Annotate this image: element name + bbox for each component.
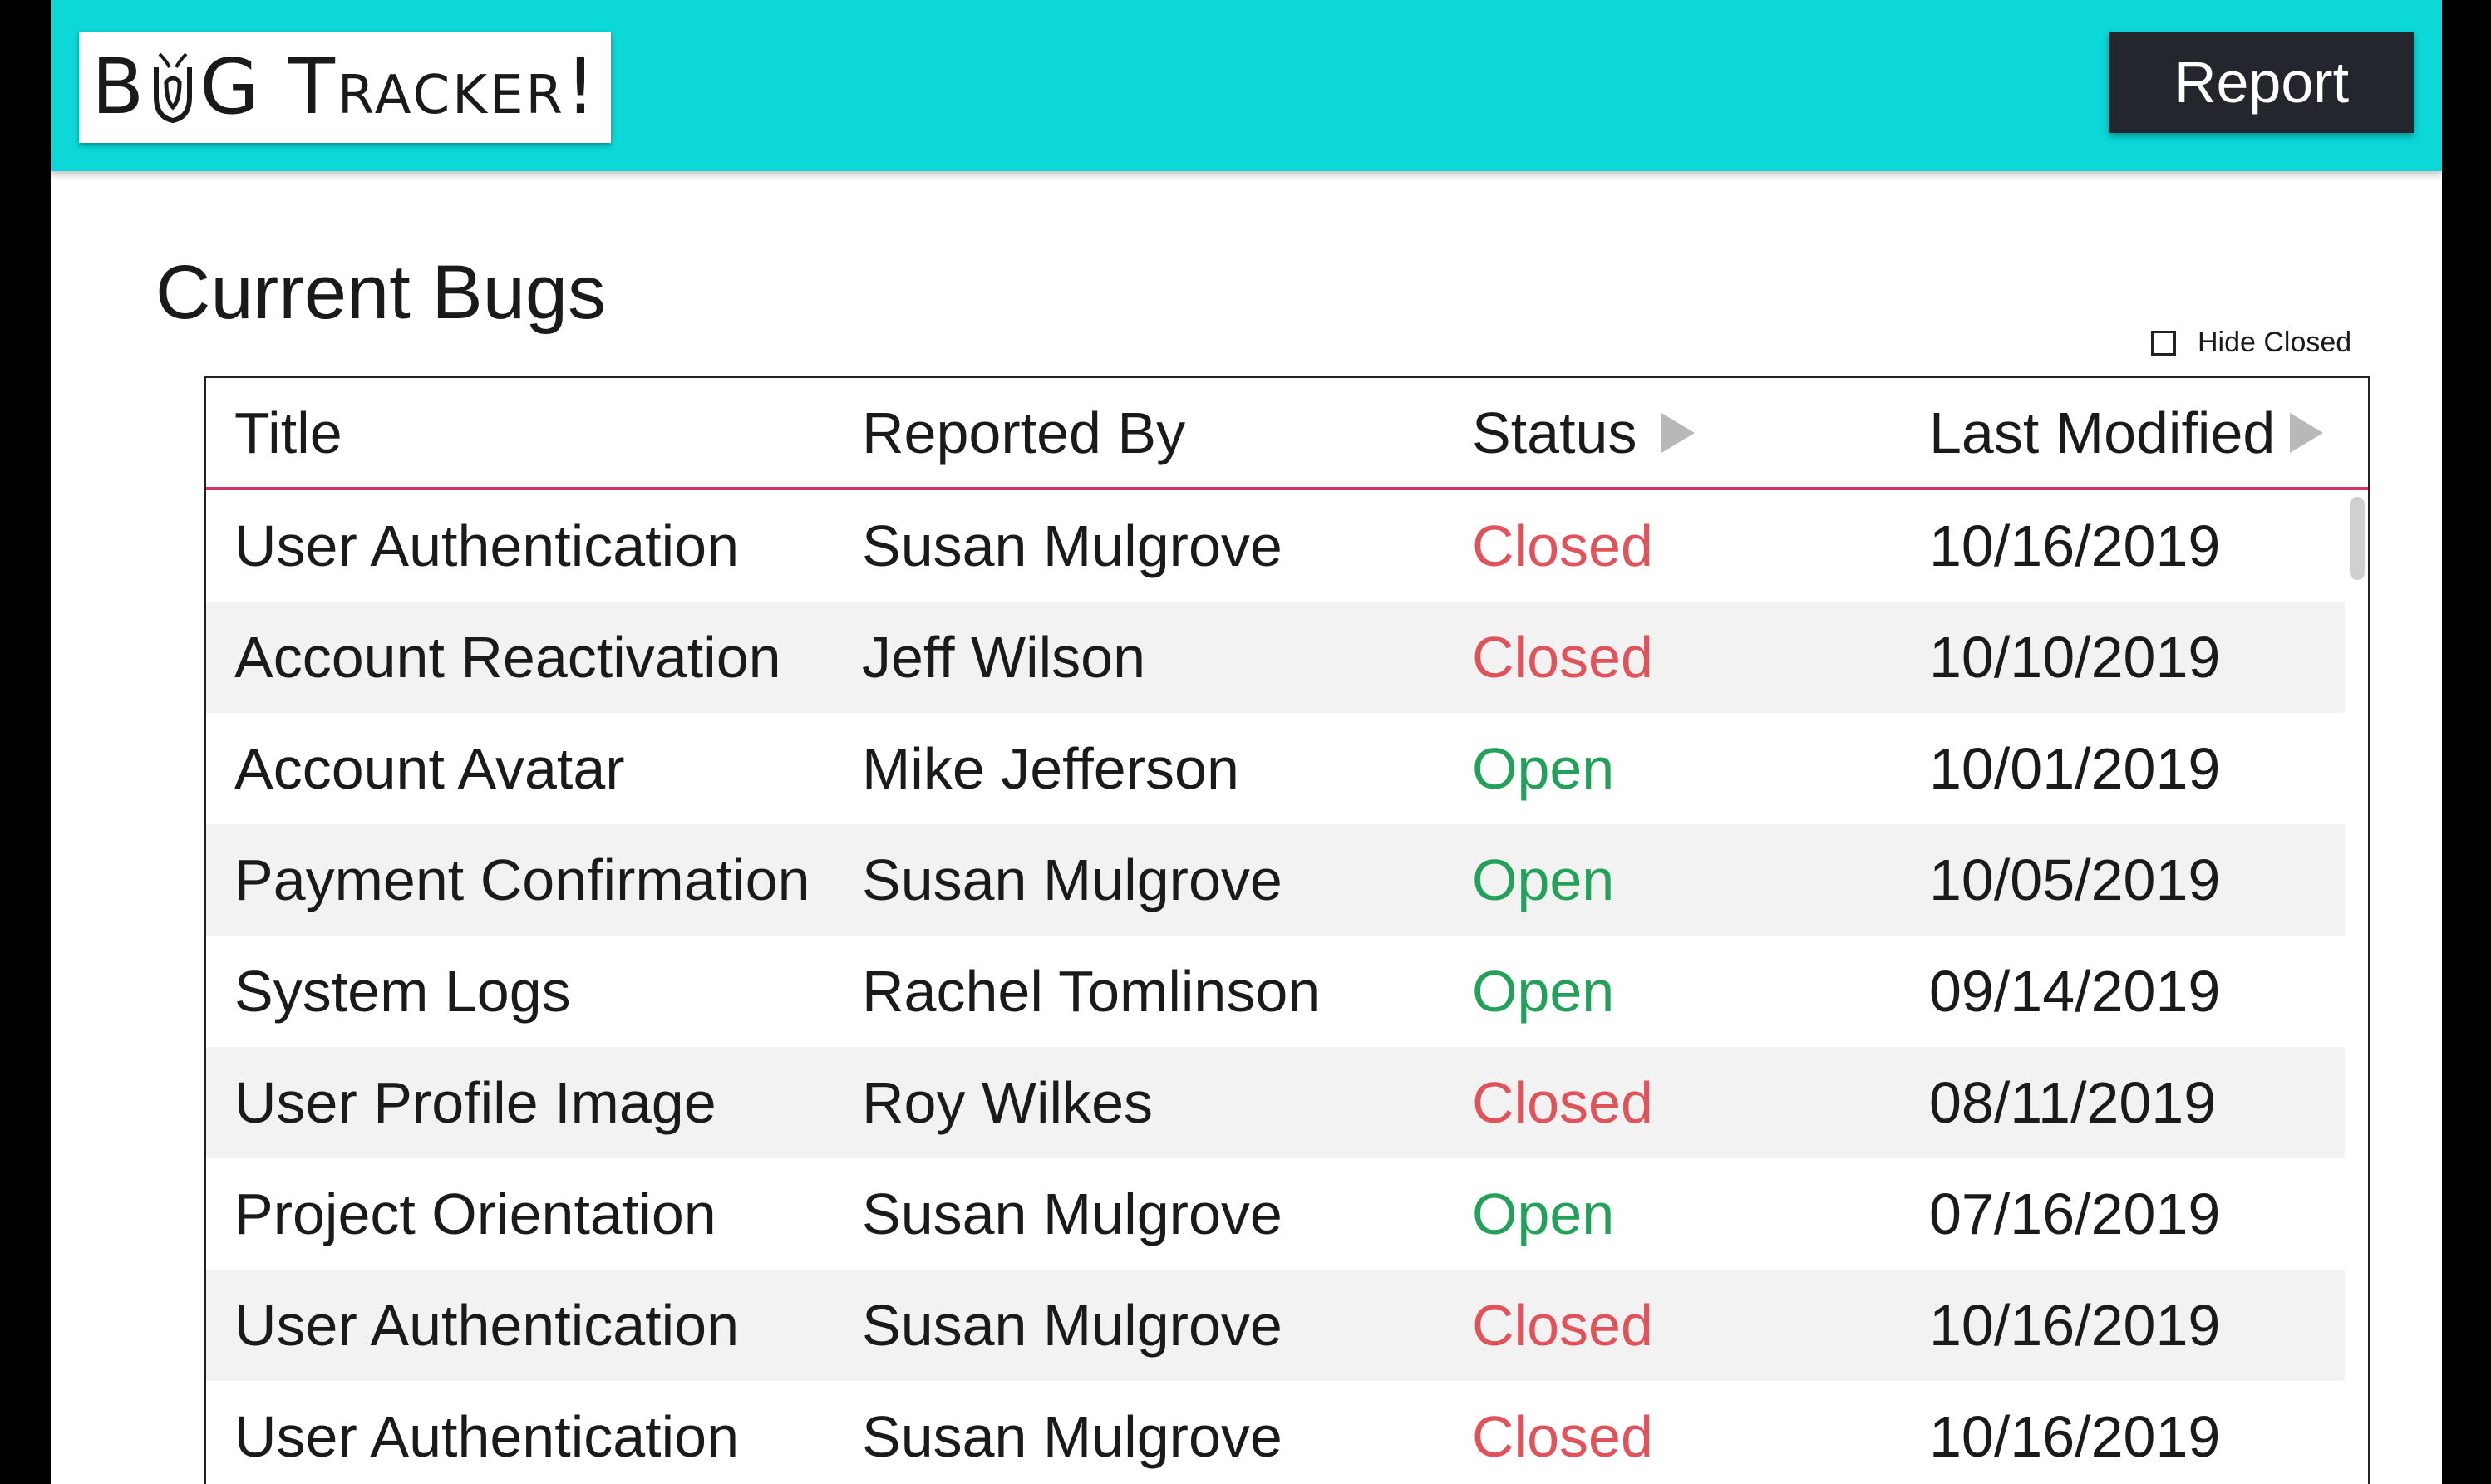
bugs-table: Title Reported By Status Last Modified U… bbox=[204, 376, 2370, 1484]
cell-title: User Profile Image bbox=[234, 1070, 716, 1135]
app-logo[interactable]: B G Tracker! bbox=[79, 32, 611, 143]
cell-last-modified: 10/16/2019 bbox=[1929, 514, 2221, 578]
logo-text-end: G Tracker! bbox=[199, 42, 598, 131]
table-row[interactable]: System Logs Rachel Tomlinson Open 09/14/… bbox=[206, 936, 2345, 1047]
table-row[interactable]: User Authentication Susan Mulgrove Close… bbox=[206, 490, 2345, 602]
app-window: B G Tracker! Report Current Bugs Hide Cl… bbox=[51, 0, 2442, 1484]
table-row[interactable]: User Authentication Susan Mulgrove Close… bbox=[206, 1270, 2345, 1381]
cell-title: User Authentication bbox=[234, 514, 740, 578]
bug-icon bbox=[154, 52, 193, 124]
cell-reported-by: Susan Mulgrove bbox=[862, 848, 1282, 912]
cell-status: Closed bbox=[1472, 1404, 1653, 1469]
cell-last-modified: 10/16/2019 bbox=[1929, 1293, 2221, 1358]
app-header: B G Tracker! Report bbox=[51, 0, 2442, 171]
hide-closed-checkbox[interactable] bbox=[2151, 330, 2176, 356]
table-header: Title Reported By Status Last Modified bbox=[206, 378, 2368, 490]
cell-status: Open bbox=[1472, 848, 1615, 912]
column-header-label: Title bbox=[234, 400, 342, 465]
cell-title: User Authentication bbox=[234, 1293, 740, 1358]
cell-reported-by: Susan Mulgrove bbox=[862, 1293, 1282, 1358]
table-scrollbar[interactable] bbox=[2345, 490, 2368, 1484]
page-title: Current Bugs bbox=[155, 250, 607, 335]
report-button[interactable]: Report bbox=[2109, 32, 2414, 133]
scrollbar-thumb[interactable] bbox=[2350, 497, 2365, 580]
cell-last-modified: 10/01/2019 bbox=[1929, 736, 2221, 801]
column-header-last-modified[interactable]: Last Modified bbox=[1929, 378, 2324, 487]
cell-reported-by: Susan Mulgrove bbox=[862, 514, 1282, 578]
table-row[interactable]: User Authentication Susan Mulgrove Close… bbox=[206, 1381, 2345, 1484]
sort-arrow-icon[interactable] bbox=[1661, 412, 1696, 453]
hide-closed-toggle[interactable]: Hide Closed bbox=[2151, 327, 2351, 359]
table-row[interactable]: Account Avatar Mike Jefferson Open 10/01… bbox=[206, 713, 2345, 824]
column-header-status[interactable]: Status bbox=[1472, 378, 1696, 487]
cell-status: Closed bbox=[1472, 1070, 1653, 1135]
cell-status: Open bbox=[1472, 1182, 1615, 1246]
cell-reported-by: Roy Wilkes bbox=[862, 1070, 1154, 1135]
table-row[interactable]: Payment Confirmation Susan Mulgrove Open… bbox=[206, 824, 2345, 936]
cell-last-modified: 10/10/2019 bbox=[1929, 625, 2221, 690]
table-row[interactable]: Account Reactivation Jeff Wilson Closed … bbox=[206, 602, 2345, 713]
cell-reported-by: Rachel Tomlinson bbox=[862, 959, 1321, 1024]
cell-last-modified: 07/16/2019 bbox=[1929, 1182, 2221, 1246]
cell-title: Account Avatar bbox=[234, 736, 625, 801]
cell-title: Project Orientation bbox=[234, 1182, 716, 1246]
cell-title: Payment Confirmation bbox=[234, 848, 810, 912]
cell-last-modified: 10/16/2019 bbox=[1929, 1404, 2221, 1469]
column-header-title[interactable]: Title bbox=[234, 378, 342, 487]
cell-status: Closed bbox=[1472, 1293, 1653, 1358]
column-header-label: Status bbox=[1472, 400, 1637, 465]
cell-reported-by: Jeff Wilson bbox=[862, 625, 1146, 690]
hide-closed-label: Hide Closed bbox=[2198, 327, 2352, 358]
cell-reported-by: Susan Mulgrove bbox=[862, 1182, 1282, 1246]
table-row[interactable]: Project Orientation Susan Mulgrove Open … bbox=[206, 1158, 2345, 1270]
table-row[interactable]: User Profile Image Roy Wilkes Closed 08/… bbox=[206, 1047, 2345, 1158]
cell-last-modified: 10/05/2019 bbox=[1929, 848, 2221, 912]
cell-status: Closed bbox=[1472, 514, 1653, 578]
cell-title: Account Reactivation bbox=[234, 625, 781, 690]
cell-title: User Authentication bbox=[234, 1404, 740, 1469]
column-header-reported-by[interactable]: Reported By bbox=[862, 378, 1185, 487]
column-header-label: Last Modified bbox=[1929, 400, 2276, 465]
cell-last-modified: 09/14/2019 bbox=[1929, 959, 2221, 1024]
cell-status: Closed bbox=[1472, 625, 1653, 690]
logo-text-start: B bbox=[91, 42, 147, 131]
logo-text: B G Tracker! bbox=[91, 49, 598, 125]
cell-status: Open bbox=[1472, 959, 1615, 1024]
cell-title: System Logs bbox=[234, 959, 571, 1024]
column-header-label: Reported By bbox=[862, 400, 1186, 465]
cell-status: Open bbox=[1472, 736, 1615, 801]
sort-arrow-icon[interactable] bbox=[2290, 412, 2324, 453]
cell-last-modified: 08/11/2019 bbox=[1929, 1070, 2217, 1135]
cell-reported-by: Susan Mulgrove bbox=[862, 1404, 1282, 1469]
cell-reported-by: Mike Jefferson bbox=[862, 736, 1239, 801]
